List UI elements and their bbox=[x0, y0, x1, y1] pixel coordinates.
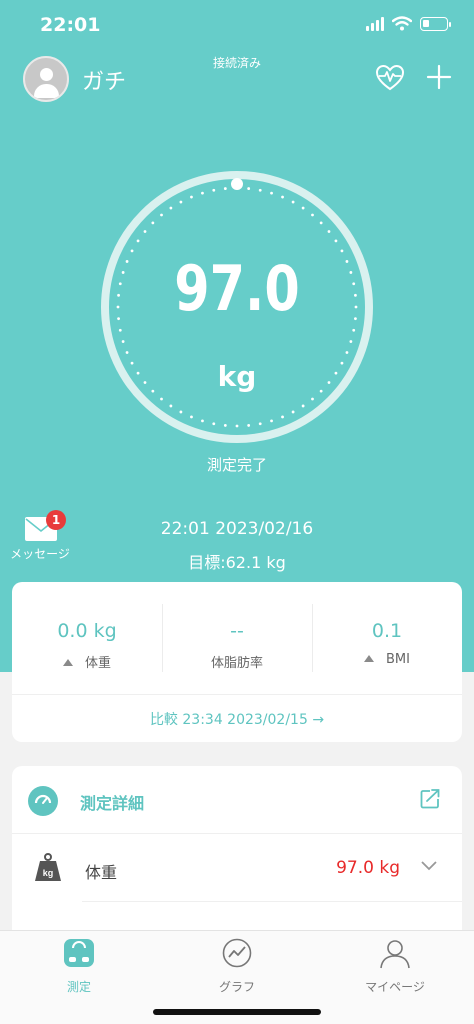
gauge-dot bbox=[116, 305, 120, 309]
divider bbox=[12, 833, 462, 834]
measurement-time: 22:01 2023/02/16 bbox=[160, 519, 314, 539]
detail-title: 測定詳細 bbox=[80, 794, 145, 813]
detail-row-label: 体重 bbox=[85, 863, 118, 882]
gauge-dot bbox=[201, 419, 204, 423]
gauge-dot bbox=[169, 404, 173, 408]
share-icon[interactable] bbox=[418, 787, 442, 811]
status-time: 22:01 bbox=[40, 14, 101, 36]
stat-value: -- bbox=[230, 620, 244, 642]
tab-label: マイページ bbox=[365, 980, 425, 994]
battery-level-fill bbox=[423, 19, 429, 27]
gauge-dot bbox=[270, 191, 273, 195]
gauge-marker bbox=[231, 178, 243, 190]
stat-weight-change: 0.0 kg 体重 bbox=[12, 582, 162, 694]
gauge-dot bbox=[354, 293, 357, 297]
stat-label: 体重 bbox=[12, 652, 162, 671]
gauge-dot bbox=[352, 328, 356, 332]
gauge-dot bbox=[345, 351, 349, 354]
username[interactable]: ガチ bbox=[82, 64, 126, 96]
detail-row-value: 97.0 kg bbox=[336, 858, 400, 878]
weight-unit: kg bbox=[217, 360, 257, 393]
stat-bmi: 0.1 BMI bbox=[312, 582, 462, 694]
gauge-dot bbox=[311, 397, 314, 401]
gauge-dot bbox=[201, 191, 204, 195]
gauge-dot bbox=[136, 239, 140, 243]
chevron-down-icon[interactable] bbox=[420, 860, 438, 872]
scale-icon bbox=[64, 939, 94, 967]
weight-kg-icon: kg bbox=[35, 853, 61, 881]
tab-graph[interactable]: グラフ bbox=[158, 931, 316, 1001]
trend-up-icon bbox=[62, 659, 73, 666]
tab-mypage[interactable]: マイページ bbox=[316, 931, 474, 1001]
gauge-dot bbox=[212, 422, 216, 426]
gauge-dot bbox=[169, 206, 173, 210]
gauge-dot bbox=[281, 195, 284, 199]
battery-icon bbox=[420, 16, 451, 31]
svg-text:kg: kg bbox=[43, 868, 54, 878]
divider bbox=[82, 901, 462, 902]
gauge-dot bbox=[212, 188, 216, 192]
stat-label: 体脂肪率 bbox=[210, 656, 263, 671]
cellular-signal-icon bbox=[366, 16, 384, 31]
gauge-dot bbox=[291, 200, 295, 204]
gauge-dot bbox=[334, 239, 338, 243]
divider bbox=[12, 694, 462, 695]
summary-card: 0.0 kg 体重 -- 体脂肪率 0.1 BMI 比較 23:34 2023/… bbox=[12, 582, 462, 742]
target-weight: 目標:62.1 kg bbox=[188, 553, 286, 572]
gauge-dot bbox=[319, 221, 323, 225]
gauge-dot bbox=[281, 415, 284, 419]
gauge-dot bbox=[160, 213, 163, 217]
gauge-dot bbox=[258, 422, 262, 426]
gauge-dot bbox=[311, 213, 314, 217]
gauge-dot bbox=[179, 200, 183, 204]
tab-label: 測定 bbox=[66, 980, 91, 994]
gauge-dot bbox=[143, 230, 147, 233]
tab-measure[interactable]: 測定 bbox=[0, 931, 158, 1001]
weight-value: 97.0 bbox=[174, 252, 300, 325]
gauge-dot bbox=[117, 317, 120, 321]
plus-icon[interactable] bbox=[424, 62, 454, 92]
measurement-status: 測定完了 bbox=[206, 456, 267, 474]
gauge-dot bbox=[354, 305, 358, 309]
gauge-dot bbox=[160, 397, 163, 401]
gauge-dot bbox=[190, 195, 193, 199]
profile-icon bbox=[380, 940, 410, 969]
gauge-dot bbox=[223, 424, 227, 427]
heart-monitor-icon[interactable] bbox=[374, 62, 406, 94]
stat-value: 0.0 kg bbox=[57, 620, 117, 642]
gauge-dot bbox=[291, 410, 295, 414]
gauge-dot bbox=[352, 282, 356, 286]
tab-label: グラフ bbox=[218, 980, 255, 994]
trend-up-icon bbox=[364, 655, 375, 662]
status-bar: 22:01 bbox=[0, 0, 474, 50]
gauge-dot bbox=[117, 293, 120, 297]
gauge-dot bbox=[179, 410, 183, 414]
gauge-dot bbox=[235, 424, 239, 428]
compare-link[interactable]: 比較 23:34 2023/02/15 → bbox=[12, 709, 462, 729]
user-avatar-icon[interactable] bbox=[23, 56, 69, 102]
graph-icon bbox=[222, 938, 252, 968]
gauge-dot bbox=[151, 221, 155, 225]
stat-value: 0.1 bbox=[371, 620, 403, 642]
gauge-dot bbox=[258, 188, 262, 192]
stat-label: BMI bbox=[312, 652, 462, 667]
gauge-dot bbox=[190, 415, 193, 419]
gauge-dot bbox=[247, 424, 251, 427]
gauge-dot bbox=[121, 340, 125, 343]
gauge-dot bbox=[223, 187, 227, 190]
gauge-dot bbox=[301, 404, 305, 408]
home-indicator bbox=[153, 1009, 321, 1015]
wifi-icon bbox=[392, 16, 412, 31]
gauge-dot bbox=[301, 206, 305, 210]
stat-body-fat: -- 体脂肪率 bbox=[162, 582, 312, 694]
gauge-dot bbox=[247, 187, 251, 190]
gauge-dot bbox=[125, 351, 129, 354]
gauge-dot bbox=[327, 230, 331, 233]
gauge-dot bbox=[118, 328, 122, 332]
gauge-dot bbox=[349, 340, 353, 343]
scale-gauge-icon bbox=[28, 786, 58, 816]
gauge-dot bbox=[270, 419, 273, 423]
status-icons bbox=[366, 16, 451, 31]
gauge-dot bbox=[354, 317, 357, 321]
